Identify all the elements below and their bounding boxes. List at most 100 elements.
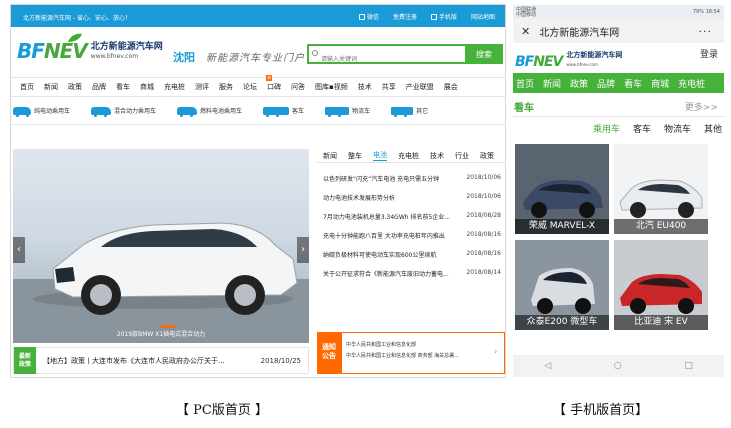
mobile-nav-item[interactable]: 政策 — [570, 77, 588, 90]
home-icon[interactable]: ○ — [614, 361, 622, 371]
tab-vehicle[interactable]: 整车 — [348, 151, 362, 161]
back-icon[interactable]: ◁ — [544, 361, 551, 371]
logo-bf: BF — [515, 54, 534, 70]
nav-item[interactable]: 问答 — [286, 82, 310, 92]
logo-subtitle: 北方新能源汽车网 www.bfnev.com — [566, 51, 622, 69]
truck-icon — [325, 106, 350, 117]
tab-industry[interactable]: 行业 — [455, 151, 469, 161]
category-other[interactable]: 其它 — [391, 106, 428, 117]
car-grid: 荣威 MARVEL-X 北汽 EU400 众泰E200 微型车 比亚迪 宋 EV — [513, 139, 724, 330]
mobile-nav-item[interactable]: 充电桩 — [678, 77, 705, 90]
category-bev[interactable]: 纯电动乘用车 — [13, 106, 70, 117]
slider-next-button[interactable]: › — [297, 237, 309, 263]
search-box: 搜索 — [307, 44, 503, 68]
nav-item[interactable]: 首页 — [15, 82, 39, 92]
mobile-logo[interactable]: BFNEV 北方新能源汽车网 www.bfnev.com — [515, 51, 622, 69]
category-logistics[interactable]: 物流车 — [325, 106, 370, 117]
tab-bus[interactable]: 客车 — [633, 122, 651, 135]
mobile-nav-item[interactable]: 看车 — [624, 77, 642, 90]
category-fuelcell[interactable]: 燃料电池乘用车 — [177, 106, 242, 117]
nav-item[interactable]: 技术 — [353, 82, 377, 92]
category-hybrid[interactable]: 混合动力乘用车 — [91, 106, 156, 117]
more-options-icon[interactable]: ··· — [699, 25, 713, 38]
car-card[interactable]: 众泰E200 微型车 — [515, 240, 609, 330]
search-input[interactable] — [309, 51, 459, 68]
nav-item[interactable]: 产业联盟 — [401, 82, 439, 92]
nav-item[interactable]: 政策 — [63, 82, 87, 92]
topbar-link-register[interactable]: 免费注册 — [393, 12, 417, 21]
mobile-nav-item[interactable]: 商城 — [651, 77, 669, 90]
nav-item[interactable]: 品牌 — [87, 82, 111, 92]
phone-icon — [430, 13, 437, 20]
site-logo[interactable]: BFNEV 北方新能源汽车网 www.bfnev.com — [17, 33, 163, 61]
list-item[interactable]: 充电十分钟能跑八百里 大功率充电桩年内推出 2018/08/16 — [323, 231, 505, 250]
list-item[interactable]: 7月动力电池装机总量3.34GWh 排名前5企业... 2018/08/28 — [323, 212, 505, 231]
notice-line: 中华人民共和国工业和信息化部 商务部 海关总署... — [346, 353, 459, 359]
car-card[interactable]: 北汽 EU400 — [614, 144, 708, 234]
nav-item[interactable]: 展会 — [439, 82, 463, 92]
chevron-right-icon[interactable]: › — [494, 333, 504, 373]
tab-other[interactable]: 其他 — [704, 122, 722, 135]
tab-charging[interactable]: 充电桩 — [398, 151, 419, 161]
nav-item-koubei[interactable]: 新口碑 — [262, 75, 286, 92]
list-item[interactable]: 动力电池技术发展形势分析 2018/10/06 — [323, 193, 505, 212]
pc-main-nav: 首页 新闻 政策 品牌 看车 商城 充电桩 测评 服务 论坛 新口碑 问答 图库… — [11, 75, 505, 97]
nav-item[interactable]: 充电桩 — [159, 82, 190, 92]
mobile-tabs: 乘用车 客车 物流车 其他 — [513, 117, 724, 139]
more-link[interactable]: 更多>> — [685, 100, 718, 113]
tab-news[interactable]: 新闻 — [323, 151, 337, 161]
slider-indicator[interactable] — [161, 325, 175, 328]
login-button[interactable]: 登录 — [700, 47, 718, 60]
logo-nev: NEV — [533, 54, 563, 70]
tab-logistics[interactable]: 物流车 — [664, 122, 691, 135]
car-card[interactable]: 比亚迪 宋 EV — [614, 240, 708, 330]
pc-caption: 【 PC版首页 】 — [176, 403, 268, 418]
topbar-link-wechat[interactable]: 微信 — [358, 12, 379, 21]
mobile-nav-item[interactable]: 品牌 — [597, 77, 615, 90]
notice-label: 通知 公告 — [318, 333, 342, 373]
vehicle-categories: 纯电动乘用车 混合动力乘用车 燃料电池乘用车 客车 物流车 其它 — [11, 97, 505, 125]
slider-prev-button[interactable]: ‹ — [13, 237, 25, 263]
latest-policy-date: 2018/10/25 — [260, 356, 301, 365]
nav-item[interactable]: 论坛 — [238, 82, 262, 92]
notice-line: 中华人民共和国工业和信息化部 — [346, 342, 417, 348]
nav-item[interactable]: 看车 — [111, 82, 135, 92]
mobile-title-bar: ✕ 北方新能源汽车网 ··· — [513, 19, 724, 43]
recent-apps-icon[interactable]: □ — [684, 361, 693, 371]
search-button[interactable]: 搜索 — [465, 44, 503, 64]
list-item[interactable]: 纳碳负极材料可使电动车实现600公里续航 2018/08/16 — [323, 250, 505, 269]
mobile-nav-item[interactable]: 新闻 — [543, 77, 561, 90]
tab-battery[interactable]: 电池 — [373, 150, 387, 161]
car-name: 荣威 MARVEL-X — [515, 219, 609, 234]
tab-passenger[interactable]: 乘用车 — [593, 122, 620, 135]
notice-panel[interactable]: 通知 公告 中华人民共和国工业和信息化部 中华人民共和国工业和信息化部 商务部 … — [317, 332, 505, 374]
nav-item[interactable]: 共享 — [377, 82, 401, 92]
topbar-link-mobile[interactable]: 手机版 — [430, 12, 457, 21]
nav-item[interactable]: 新闻 — [39, 82, 63, 92]
latest-policy-label: 最新 政策 — [14, 347, 36, 374]
mobile-page-title: 北方新能源汽车网 — [539, 27, 620, 39]
city-selector[interactable]: 沈阳 — [173, 49, 195, 65]
new-badge: 新 — [266, 75, 272, 81]
mobile-homepage-screenshot: 中国联通 中国移动 79% 18:54 ✕ 北方新能源汽车网 ··· BFNEV… — [513, 5, 724, 377]
car-card[interactable]: 荣威 MARVEL-X — [515, 144, 609, 234]
tab-tech[interactable]: 技术 — [430, 151, 444, 161]
category-bus[interactable]: 客车 — [263, 106, 304, 117]
hero-slider[interactable]: ‹ › 2019款BMW X1插电式混合动力 — [13, 149, 309, 343]
nav-item[interactable]: 服务 — [214, 82, 238, 92]
nav-item[interactable]: 商城 — [135, 82, 159, 92]
mobile-nav-item[interactable]: 首页 — [516, 77, 534, 90]
close-icon[interactable]: ✕ — [521, 25, 530, 38]
hero-car-image — [13, 222, 309, 343]
list-item[interactable]: 以色列研发“闪充”汽车电池 充电只需五分钟 2018/10/06 — [323, 174, 505, 193]
topbar-link-sitemap[interactable]: 网站地图 — [471, 12, 495, 21]
nav-item[interactable]: 图库▪视频 — [310, 82, 353, 92]
list-item[interactable]: 关于公开征求符合《新能源汽车废旧动力蓄电... 2018/08/14 — [323, 269, 505, 288]
latest-policy-link[interactable]: 【地方】政策丨大连市发布《大连市人民政府办公厅关于... — [43, 356, 261, 366]
nav-item[interactable]: 测评 — [190, 82, 214, 92]
tab-policy[interactable]: 政策 — [480, 151, 494, 161]
tagline: 新能源汽车专业门户 — [206, 53, 305, 64]
news-tabs: 新闻 整车 电池 充电桩 技术 行业 政策 — [317, 149, 505, 163]
notice-body: 中华人民共和国工业和信息化部 中华人民共和国工业和信息化部 商务部 海关总署..… — [342, 333, 494, 373]
mobile-nav: 首页 新闻 政策 品牌 看车 商城 充电桩 — [513, 73, 724, 93]
